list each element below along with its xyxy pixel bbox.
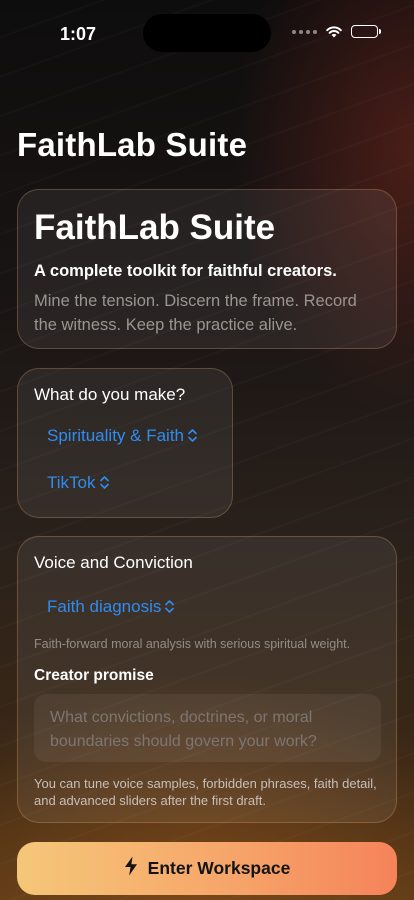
enter-workspace-button[interactable]: Enter Workspace [17, 842, 397, 895]
voice-mode-value: Faith diagnosis [47, 597, 162, 616]
voice-mode-picker[interactable]: Faith diagnosis [47, 597, 175, 617]
hero-description: Mine the tension. Discern the frame. Rec… [34, 292, 357, 334]
battery-icon [351, 25, 381, 38]
status-time: 1:07 [60, 24, 97, 44]
chevron-up-down-icon [165, 599, 175, 613]
what-do-you-make-card: What do you make? Spirituality & Faith T… [17, 368, 233, 518]
lightning-bolt-icon [124, 856, 138, 881]
wifi-icon [325, 25, 343, 38]
signal-dots-icon [292, 29, 317, 34]
creator-promise-label: Creator promise [34, 667, 154, 684]
category-picker[interactable]: Spirituality & Faith [47, 426, 197, 446]
platform-picker[interactable]: TikTok [47, 473, 109, 493]
category-picker-value: Spirituality & Faith [47, 426, 184, 445]
voice-mode-description: Faith-forward moral analysis with seriou… [34, 637, 351, 651]
make-heading: What do you make? [34, 385, 186, 404]
hero-subtitle: A complete toolkit for faithful creators… [34, 262, 337, 280]
hero-card: FaithLab Suite A complete toolkit for fa… [17, 189, 397, 349]
hero-title: FaithLab Suite [34, 208, 276, 247]
chevron-up-down-icon [188, 428, 197, 442]
page-title: FaithLab Suite [17, 126, 248, 163]
status-bar: 1:07 [0, 0, 414, 60]
voice-and-conviction-card: Voice and Conviction Faith diagnosis Fai… [17, 536, 397, 823]
status-indicators [292, 25, 381, 38]
dynamic-island [143, 14, 271, 52]
creator-promise-input[interactable] [34, 694, 381, 762]
platform-picker-value: TikTok [47, 473, 96, 492]
chevron-up-down-icon [99, 475, 109, 489]
voice-tuning-note: You can tune voice samples, forbidden ph… [34, 776, 377, 808]
voice-heading: Voice and Conviction [34, 553, 193, 572]
enter-workspace-label: Enter Workspace [147, 858, 291, 878]
